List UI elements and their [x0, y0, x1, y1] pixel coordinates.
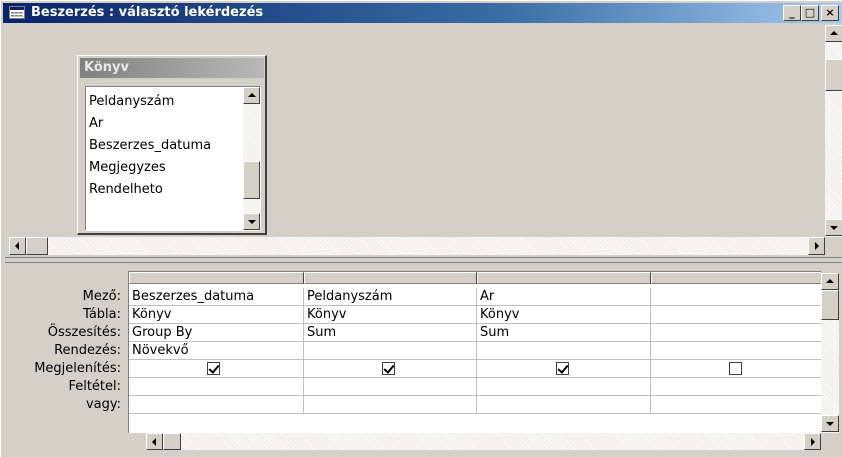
- grid-cell-total[interactable]: [651, 324, 822, 342]
- grid-cell-sort[interactable]: [651, 342, 822, 360]
- right-arrow-icon: [811, 438, 815, 446]
- design-grid[interactable]: Beszerzes_datuma Könyv Group By Növekvő …: [128, 271, 822, 433]
- grid-cell-table[interactable]: [651, 306, 822, 324]
- grid-cell-field[interactable]: Peldanyszám: [304, 288, 477, 306]
- grid-cell-total[interactable]: Group By: [129, 324, 304, 342]
- row-label-field: Mező:: [82, 289, 121, 304]
- field-item[interactable]: Peldanyszám: [89, 91, 174, 113]
- scroll-thumb[interactable]: [821, 290, 839, 320]
- scroll-thumb[interactable]: [825, 59, 842, 91]
- show-checkbox[interactable]: [556, 362, 569, 375]
- column-selector[interactable]: [304, 272, 477, 284]
- scroll-down-button[interactable]: [825, 219, 842, 236]
- grid-cell-criteria[interactable]: [651, 378, 822, 396]
- grid-cell-criteria[interactable]: [129, 378, 304, 396]
- grid-cell-criteria[interactable]: [304, 378, 477, 396]
- up-arrow-icon: [826, 279, 834, 283]
- row-label-sort: Rendezés:: [54, 343, 121, 358]
- show-checkbox[interactable]: [729, 362, 742, 375]
- grid-cell-total[interactable]: Sum: [477, 324, 651, 342]
- grid-cell-or[interactable]: [304, 396, 477, 414]
- row-label-or: vagy:: [85, 397, 121, 412]
- grid-cell-table[interactable]: Könyv: [304, 306, 477, 324]
- maximize-button[interactable]: □: [801, 5, 819, 21]
- grid-cell-or[interactable]: [651, 396, 822, 414]
- scroll-up-button[interactable]: [821, 273, 839, 290]
- grid-cell-or[interactable]: [129, 396, 304, 414]
- window-title: Beszerzés : választó lekérdezés: [31, 5, 264, 20]
- field-list[interactable]: Peldanyszám Ar Beszerzes_datuma Megjegyz…: [85, 86, 261, 231]
- grid-cell-table[interactable]: Könyv: [129, 306, 304, 324]
- close-button[interactable]: ×: [821, 5, 839, 21]
- field-item[interactable]: Beszerzes_datuma: [89, 135, 211, 157]
- right-arrow-icon: [815, 242, 819, 250]
- grid-cell-total[interactable]: Sum: [304, 324, 477, 342]
- grid-cell-sort[interactable]: [477, 342, 651, 360]
- grid-cell-show[interactable]: [129, 360, 304, 378]
- table-pane[interactable]: Könyv Peldanyszám Ar Beszerzes_datuma Me…: [5, 25, 842, 257]
- grid-cell-or[interactable]: [477, 396, 651, 414]
- query-design-window: Beszerzés : választó lekérdezés _ □ × Kö…: [0, 0, 842, 457]
- up-arrow-icon: [248, 93, 256, 97]
- show-checkbox[interactable]: [207, 362, 220, 375]
- column-selector[interactable]: [651, 272, 822, 284]
- row-label-total: Összesítés:: [47, 325, 121, 340]
- minimize-button[interactable]: _: [783, 5, 801, 21]
- grid-cell-criteria[interactable]: [477, 378, 651, 396]
- grid-cell-sort[interactable]: Növekvő: [129, 342, 304, 360]
- scroll-up-button[interactable]: [825, 25, 842, 42]
- up-arrow-icon: [830, 31, 838, 35]
- grid-cell-field[interactable]: [651, 288, 822, 306]
- scroll-up-button[interactable]: [243, 87, 260, 104]
- row-label-criteria: Feltétel:: [68, 379, 121, 394]
- down-arrow-icon: [830, 226, 838, 230]
- row-label-show: Megjelenítés:: [34, 361, 121, 376]
- upper-vertical-scrollbar[interactable]: [825, 25, 842, 237]
- show-checkbox[interactable]: [382, 362, 395, 375]
- grid-cell-table[interactable]: Könyv: [477, 306, 651, 324]
- pane-splitter[interactable]: [5, 257, 842, 263]
- grid-cell-show[interactable]: [304, 360, 477, 378]
- scroll-right-button[interactable]: [804, 433, 821, 450]
- grid-cell-field[interactable]: Ar: [477, 288, 651, 306]
- row-label-table: Tábla:: [83, 307, 121, 322]
- grid-cell-field[interactable]: Beszerzes_datuma: [129, 288, 304, 306]
- scroll-down-button[interactable]: [243, 213, 260, 230]
- scroll-thumb[interactable]: [243, 161, 260, 199]
- scroll-down-button[interactable]: [821, 415, 839, 432]
- scroll-left-button[interactable]: [9, 237, 26, 255]
- column-selector[interactable]: [129, 272, 304, 284]
- left-arrow-icon: [15, 242, 19, 250]
- grid-cell-show[interactable]: [477, 360, 651, 378]
- query-icon: [9, 6, 25, 19]
- grid-cell-show[interactable]: [651, 360, 822, 378]
- down-arrow-icon: [248, 220, 256, 224]
- grid-vertical-scrollbar[interactable]: [821, 273, 839, 433]
- scroll-right-button[interactable]: [808, 237, 825, 255]
- field-item[interactable]: Megjegyzes: [89, 157, 166, 179]
- down-arrow-icon: [826, 422, 834, 426]
- scroll-left-button[interactable]: [146, 433, 163, 450]
- scroll-thumb[interactable]: [163, 433, 181, 450]
- field-item[interactable]: Rendelheto: [89, 179, 163, 201]
- upper-horizontal-scrollbar[interactable]: [9, 237, 825, 255]
- scroll-thumb[interactable]: [26, 237, 48, 255]
- table-field-list-window[interactable]: Könyv Peldanyszám Ar Beszerzes_datuma Me…: [77, 55, 267, 235]
- title-bar[interactable]: Beszerzés : választó lekérdezés _ □ ×: [3, 3, 842, 23]
- field-list-scrollbar[interactable]: [243, 87, 260, 230]
- grid-cell-sort[interactable]: [304, 342, 477, 360]
- table-caption[interactable]: Könyv: [80, 58, 264, 78]
- field-item[interactable]: Ar: [89, 113, 103, 135]
- left-arrow-icon: [152, 438, 156, 446]
- grid-horizontal-scrollbar[interactable]: [146, 433, 821, 450]
- column-selector[interactable]: [477, 272, 651, 284]
